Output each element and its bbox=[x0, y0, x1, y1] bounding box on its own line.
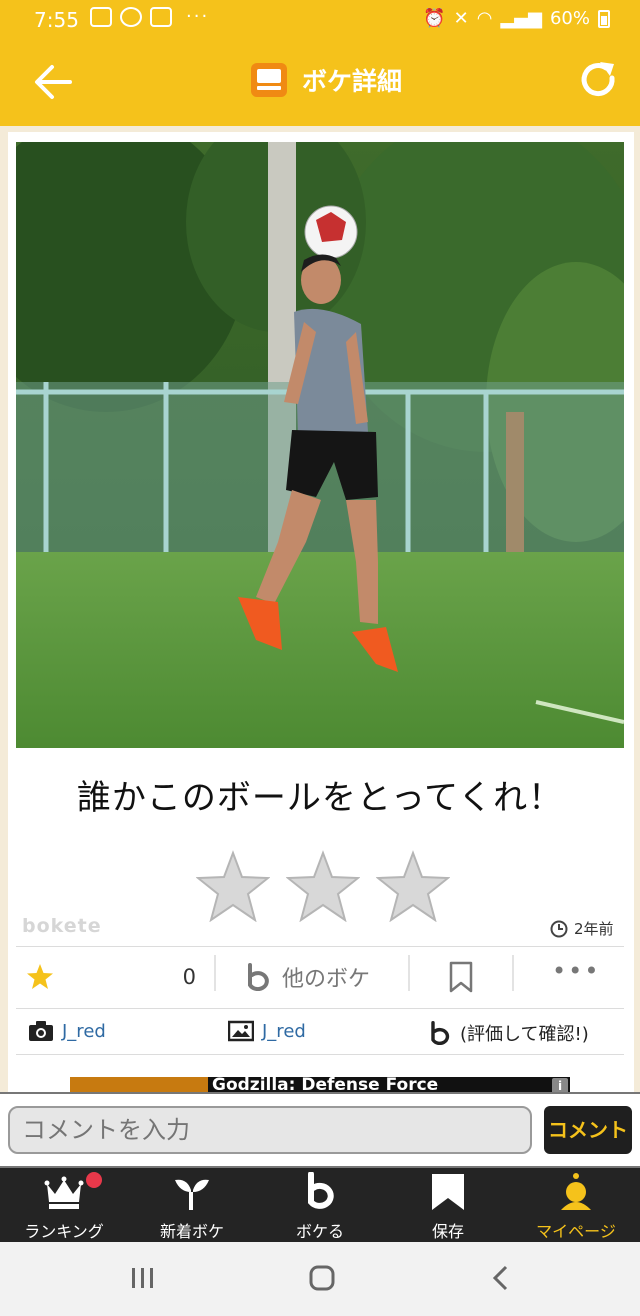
status-bar: 7:55 ··· ⏰ ✕ ◠ ▂▄▆ 60% bbox=[0, 0, 640, 40]
bokete-b-icon bbox=[248, 963, 269, 991]
refresh-icon bbox=[581, 62, 615, 97]
tab-new-boke[interactable]: 新着ボケ bbox=[128, 1168, 256, 1242]
action-separator bbox=[214, 955, 216, 991]
battery-icon bbox=[598, 9, 610, 28]
rate-star-3-icon[interactable] bbox=[376, 850, 450, 922]
action-row: 0 他のボケ ••• bbox=[16, 947, 624, 1007]
refresh-button[interactable] bbox=[576, 58, 622, 104]
arrow-left-icon bbox=[35, 65, 72, 99]
other-boke-button[interactable]: 他のボケ bbox=[244, 961, 370, 993]
photo-credit-user[interactable]: J_red bbox=[62, 1021, 106, 1042]
tab-ranking-label: ランキング bbox=[24, 1222, 104, 1241]
page-title: ボケ詳細 bbox=[302, 67, 403, 96]
more-options-button[interactable]: ••• bbox=[552, 957, 600, 985]
signal-icon: ▂▄▆ bbox=[500, 8, 542, 29]
gallery-notification-icon bbox=[90, 6, 112, 27]
camera-icon bbox=[29, 1021, 53, 1041]
back-nav-icon[interactable] bbox=[490, 1264, 510, 1292]
tab-ranking[interactable]: ランキング bbox=[0, 1168, 128, 1242]
bottom-tab-bar: ランキング 新着ボケ ボケる 保存 マイページ bbox=[0, 1168, 640, 1242]
system-nav-bar bbox=[0, 1242, 640, 1316]
divider bbox=[16, 1008, 624, 1009]
tab-post-boke[interactable]: ボケる bbox=[256, 1168, 384, 1242]
comment-submit-button[interactable]: コメント bbox=[544, 1106, 632, 1154]
alarm-icon: ⏰ bbox=[423, 8, 446, 29]
back-button[interactable] bbox=[30, 58, 78, 106]
tab-mypage[interactable]: マイページ bbox=[512, 1168, 640, 1242]
recent-apps-icon[interactable] bbox=[130, 1264, 156, 1292]
bookmark-icon[interactable] bbox=[448, 961, 474, 993]
boke-credit[interactable]: J_red bbox=[228, 1020, 306, 1042]
wifi-icon: ◠ bbox=[476, 8, 493, 29]
boke-caption: 誰かこのボールをとってくれ！ bbox=[76, 778, 564, 818]
posted-time-label: 2年前 bbox=[574, 920, 614, 938]
bokete-watermark: bokete bbox=[22, 915, 102, 937]
clock-icon bbox=[550, 920, 568, 937]
more-notifications-icon: ··· bbox=[186, 6, 210, 27]
rating-credit[interactable]: (評価して確認!) bbox=[426, 1020, 589, 1046]
crown-icon bbox=[44, 1176, 84, 1209]
bokete-b-icon bbox=[308, 1172, 334, 1209]
status-time: 7:55 bbox=[34, 8, 79, 32]
battery-level: 60% bbox=[549, 8, 590, 29]
comment-bar: コメント bbox=[0, 1092, 640, 1168]
credits-row: J_red J_red (評価して確認!) bbox=[16, 1010, 624, 1054]
comment-input[interactable] bbox=[8, 1106, 532, 1154]
tab-mypage-label: マイページ bbox=[536, 1222, 616, 1241]
header-title-group: ボケ詳細 bbox=[250, 62, 402, 98]
ranking-notification-badge bbox=[86, 1172, 102, 1188]
rate-star-2-icon[interactable] bbox=[286, 850, 360, 922]
star-count: 0 bbox=[182, 965, 196, 989]
action-separator bbox=[408, 955, 410, 991]
sprout-icon bbox=[175, 1179, 209, 1210]
tab-new-boke-label: 新着ボケ bbox=[159, 1222, 224, 1241]
bookmark-icon bbox=[432, 1174, 464, 1210]
status-notification-icons: ··· bbox=[90, 6, 209, 27]
mute-icon: ✕ bbox=[453, 8, 469, 29]
status-system-icons: ⏰ ✕ ◠ ▂▄▆ 60% bbox=[423, 8, 610, 29]
boke-detail-icon bbox=[251, 63, 287, 97]
mypage-icon bbox=[561, 1173, 591, 1210]
rating-credit-label: (評価して確認!) bbox=[460, 1024, 589, 1045]
divider bbox=[16, 1054, 624, 1055]
photo-credit[interactable]: J_red bbox=[28, 1020, 106, 1042]
rating-stars bbox=[196, 850, 450, 922]
posted-time: 2年前 bbox=[550, 918, 614, 939]
boke-credit-user[interactable]: J_red bbox=[262, 1021, 306, 1042]
app-notification-icon bbox=[150, 6, 172, 27]
rate-star-1-icon[interactable] bbox=[196, 850, 270, 922]
favorite-star-icon[interactable] bbox=[26, 963, 54, 991]
line-notification-icon bbox=[120, 6, 142, 27]
tab-post-boke-label: ボケる bbox=[295, 1222, 344, 1241]
action-separator bbox=[512, 955, 514, 991]
tab-saved-label: 保存 bbox=[431, 1222, 464, 1241]
app-header: ボケ詳細 bbox=[0, 40, 640, 126]
home-icon[interactable] bbox=[308, 1264, 336, 1292]
tab-saved[interactable]: 保存 bbox=[384, 1168, 512, 1242]
bokete-b-icon bbox=[431, 1021, 450, 1045]
boke-photo bbox=[16, 142, 624, 748]
image-icon bbox=[228, 1020, 254, 1042]
other-boke-label: 他のボケ bbox=[282, 967, 371, 992]
